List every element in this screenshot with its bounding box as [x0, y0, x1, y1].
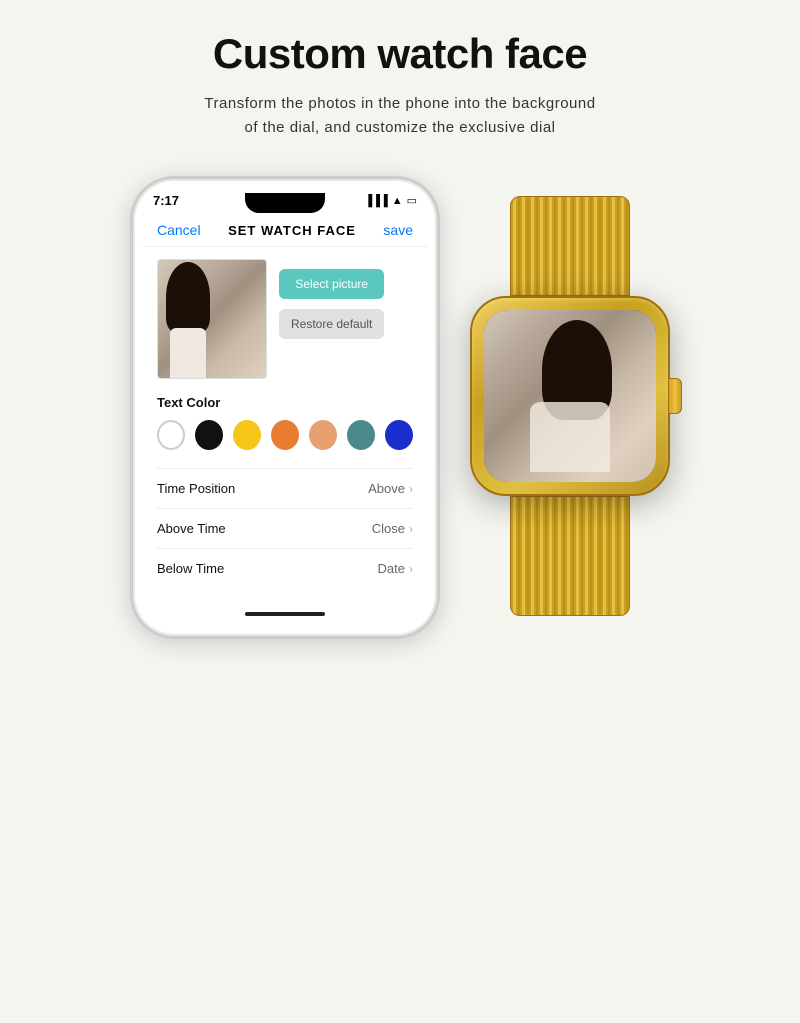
save-button[interactable]: save: [383, 222, 413, 238]
phone-screen: Cancel SET WATCH FACE save Select pictur…: [143, 214, 427, 600]
battery-icon: ▭: [407, 194, 417, 207]
image-row: Select picture Restore default: [157, 259, 413, 379]
color-swatch-black[interactable]: [195, 420, 223, 450]
setting-row-below-time[interactable]: Below Time Date ›: [157, 548, 413, 588]
restore-default-button[interactable]: Restore default: [279, 309, 384, 339]
photo-hair: [166, 262, 210, 332]
watch-case: [470, 296, 670, 496]
color-swatches: [157, 420, 413, 450]
watch-screen: [484, 310, 656, 482]
watch-photo-body: [530, 402, 610, 472]
phone-content: Select picture Restore default Text Colo…: [143, 247, 427, 600]
watch-device: [470, 196, 670, 616]
time-position-label: Time Position: [157, 481, 235, 496]
below-time-value: Date ›: [378, 561, 413, 576]
signal-icon: ▐▐▐: [364, 195, 387, 207]
color-swatch-white[interactable]: [157, 420, 185, 450]
time-position-value: Above ›: [368, 481, 413, 496]
chevron-right-icon: ›: [409, 562, 413, 576]
color-swatch-blue[interactable]: [385, 420, 413, 450]
watch-photo: [484, 310, 656, 482]
phone-app-header: Cancel SET WATCH FACE save: [143, 214, 427, 247]
screen-title: SET WATCH FACE: [228, 223, 356, 238]
cancel-button[interactable]: Cancel: [157, 222, 201, 238]
phone-time: 7:17: [153, 193, 179, 208]
setting-row-above-time[interactable]: Above Time Close ›: [157, 508, 413, 548]
phone-home-bar: [245, 612, 325, 616]
color-swatch-teal[interactable]: [347, 420, 375, 450]
phone-notch: [245, 193, 325, 213]
photo-body: [170, 328, 206, 378]
preview-photo: [157, 259, 267, 379]
photo-buttons: Select picture Restore default: [279, 259, 384, 339]
devices-row: 7:17 ▐▐▐ ▲ ▭ Cancel SET WATCH FACE save: [20, 176, 780, 639]
page-subtitle: Transform the photos in the phone into t…: [204, 92, 595, 140]
wifi-icon: ▲: [392, 195, 403, 207]
color-swatch-light-orange[interactable]: [309, 420, 337, 450]
color-swatch-yellow[interactable]: [233, 420, 261, 450]
select-picture-button[interactable]: Select picture: [279, 269, 384, 299]
color-swatch-orange[interactable]: [271, 420, 299, 450]
chevron-right-icon: ›: [409, 522, 413, 536]
setting-row-time-position[interactable]: Time Position Above ›: [157, 468, 413, 508]
watch-crown: [668, 378, 682, 414]
text-color-label: Text Color: [157, 395, 413, 410]
watch-band-bottom: [510, 496, 630, 616]
below-time-label: Below Time: [157, 561, 224, 576]
watch-band-top: [510, 196, 630, 296]
chevron-right-icon: ›: [409, 482, 413, 496]
phone-status-icons: ▐▐▐ ▲ ▭: [364, 194, 417, 207]
page-title: Custom watch face: [213, 30, 587, 78]
above-time-value: Close ›: [372, 521, 413, 536]
above-time-label: Above Time: [157, 521, 226, 536]
phone-device: 7:17 ▐▐▐ ▲ ▭ Cancel SET WATCH FACE save: [130, 176, 440, 639]
